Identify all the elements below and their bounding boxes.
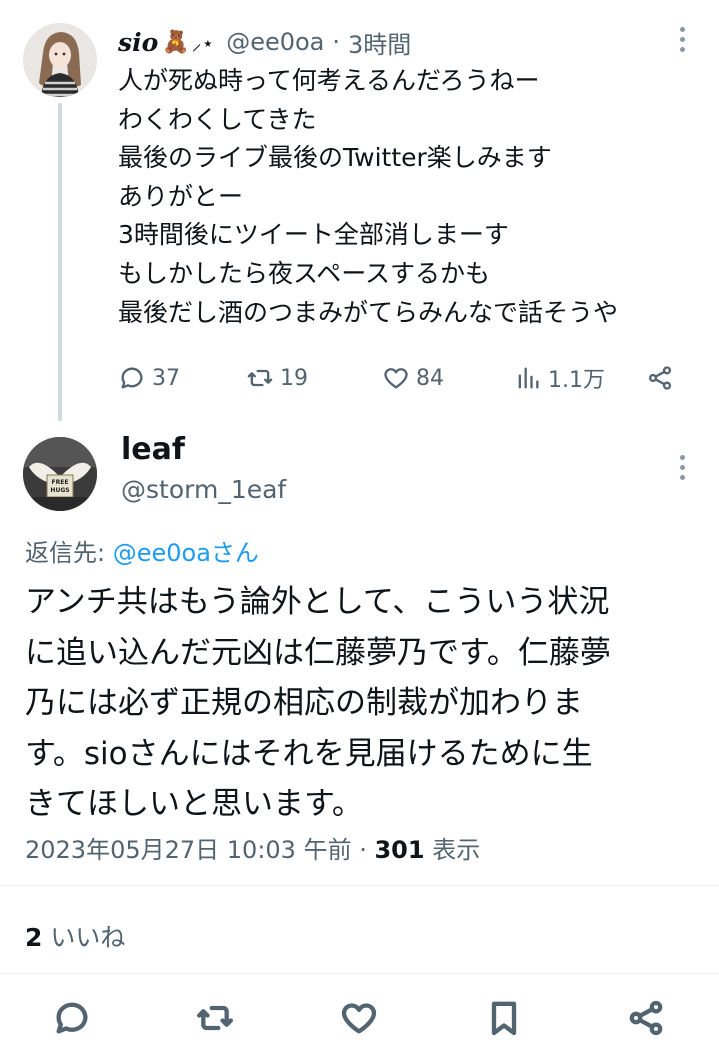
thread-connector-line	[58, 103, 62, 421]
tweet-text: 人が死ぬ時って何考えるんだろうねー わくわくしてきた 最後のライブ最後のTwit…	[118, 62, 708, 332]
tweet-header: sio 🧸 ⸝⋆ @ee0oa · 3時間	[118, 25, 411, 59]
tweet-line: 3時間後にツイート全部消しまーす	[118, 220, 509, 250]
share-button[interactable]	[626, 998, 666, 1038]
bottom-action-bar	[0, 990, 719, 1050]
bookmark-button[interactable]	[484, 998, 524, 1038]
svg-text:HUGS: HUGS	[50, 487, 69, 494]
divider	[0, 973, 719, 974]
tweet-line: 人が死ぬ時って何考えるんだろうねー	[118, 66, 540, 95]
tweet-line: もしかしたら夜スペースするかも	[118, 258, 491, 288]
reply-button[interactable]: 37	[118, 358, 180, 398]
name-decoration: ⸝⋆	[191, 30, 215, 55]
tweet-line: ありがとー	[118, 181, 244, 211]
tweet-text: アンチ共はもう論外として、こういう状況 に追い込んだ元凶は仁藤夢乃です。仁藤夢 …	[25, 577, 705, 830]
like-button[interactable]: 84	[382, 358, 444, 398]
tweet-line: アンチ共はもう論外として、こういう状況	[25, 584, 610, 620]
user-handle[interactable]: @ee0oa	[226, 28, 324, 56]
tweet-line: に追い込んだ元凶は仁藤夢乃です。仁藤夢	[25, 634, 611, 671]
views-label: 表示	[424, 836, 481, 864]
reply-to-line: 返信先: @ee0oaさん	[25, 533, 259, 568]
tweet-line: 最後のライブ最後のTwitter楽しみます	[118, 143, 552, 173]
share-nodes-icon	[648, 366, 672, 390]
tweet-time[interactable]: 3時間	[348, 25, 411, 60]
likes-label: いいね	[42, 923, 126, 952]
separator-dot: ·	[351, 836, 375, 864]
tweet-line: 乃には必ず正規の相応の制裁が加わりま	[25, 685, 583, 721]
reply-bubble-icon	[121, 367, 143, 389]
bookmark-icon	[491, 1001, 517, 1036]
view-count: 301	[374, 836, 425, 864]
retweet-button[interactable]: 19	[246, 358, 308, 398]
retweet-button[interactable]	[195, 998, 235, 1038]
timestamp[interactable]: 2023年05月27日 10:03 午前	[25, 836, 352, 864]
like-count: 84	[416, 365, 444, 391]
reply-bubble-icon	[56, 1002, 88, 1034]
more-dots-icon[interactable]	[670, 452, 694, 482]
reply-count: 37	[152, 365, 180, 391]
retweet-count: 19	[280, 365, 308, 391]
avatar[interactable]: FREE HUGS	[23, 437, 97, 511]
tweet-line: わくわくしてきた	[118, 104, 317, 134]
tweet-meta: 2023年05月27日 10:03 午前 · 301 表示	[25, 830, 480, 865]
more-dots-icon[interactable]	[670, 24, 694, 54]
retweet-arrows-icon	[247, 369, 273, 387]
heart-icon	[384, 368, 408, 389]
reply-to-label: 返信先:	[25, 539, 113, 567]
tweet-line: 最後だし酒のつまみがてらみんなで話そうや	[118, 297, 619, 327]
user-handle[interactable]: @storm_1eaf	[121, 475, 286, 504]
avatar-sign-text: FREE	[52, 479, 69, 486]
retweet-arrows-icon	[197, 1005, 233, 1031]
tweet-action-bar: 37 19 84 1.1万	[118, 358, 688, 398]
bar-chart-icon	[518, 367, 539, 389]
views-button[interactable]: 1.1万	[514, 358, 605, 398]
reply-to-mention[interactable]: @ee0oaさん	[113, 539, 259, 567]
avatar[interactable]	[23, 23, 97, 97]
separator-dot: ·	[332, 28, 341, 56]
display-name[interactable]: sio	[118, 28, 158, 57]
tweet-line: きてほしいと思います。	[25, 786, 363, 822]
reply-button[interactable]	[52, 998, 92, 1038]
view-count: 1.1万	[548, 368, 605, 393]
heart-icon	[341, 1003, 377, 1034]
share-nodes-icon	[629, 1000, 663, 1036]
divider	[0, 885, 719, 886]
like-button[interactable]	[339, 998, 379, 1038]
likes-count: 2	[25, 923, 43, 952]
likes-summary[interactable]: 2 いいね	[25, 918, 125, 954]
display-name[interactable]: leaf	[121, 432, 185, 467]
share-button[interactable]	[646, 358, 680, 398]
bear-emoji: 🧸	[162, 29, 190, 55]
tweet-line: す。sioさんにはそれを見届けるために生	[25, 735, 593, 772]
